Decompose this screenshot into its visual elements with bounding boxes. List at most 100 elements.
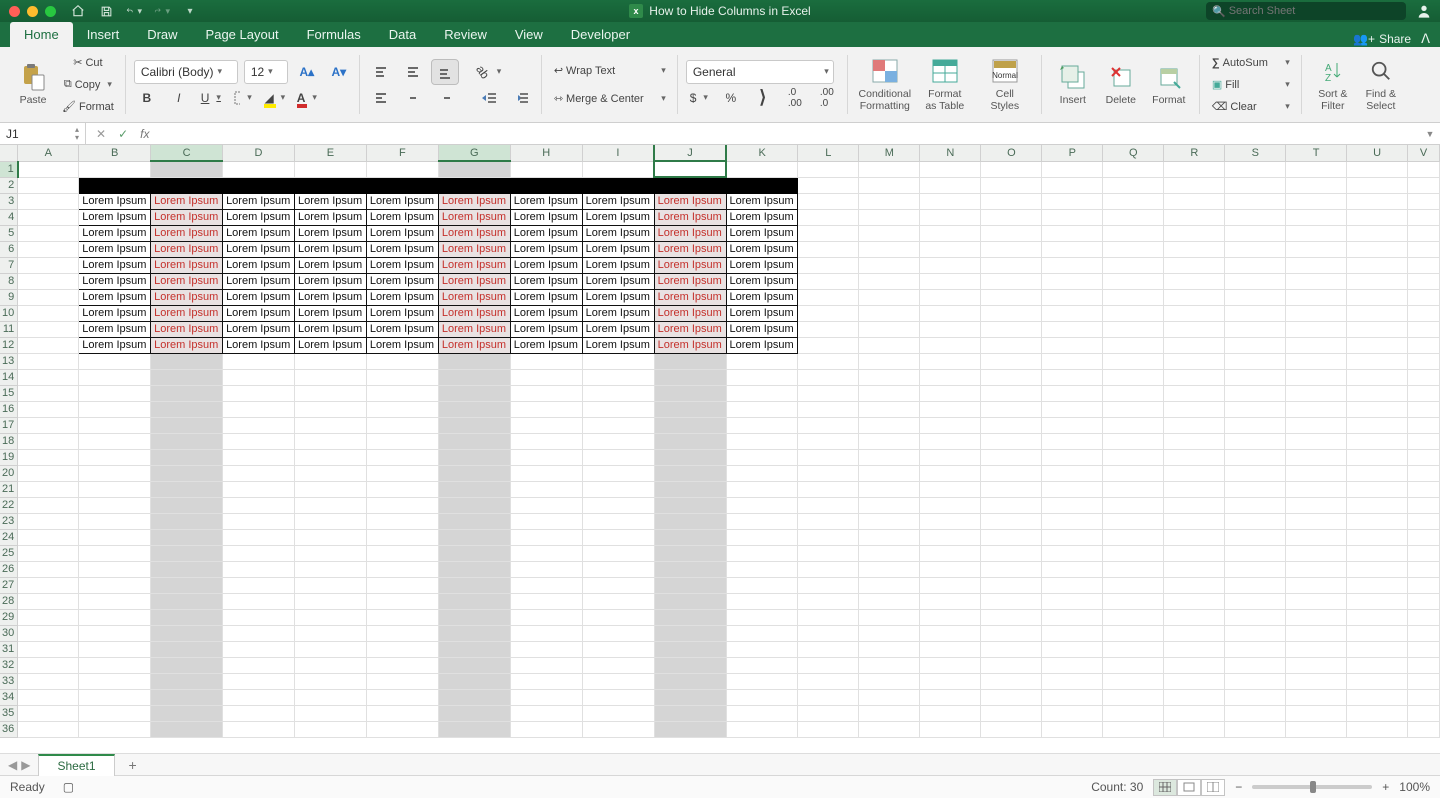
cell-K26[interactable] (726, 561, 798, 577)
cell-Q1[interactable] (1103, 161, 1164, 177)
cell-J35[interactable] (654, 705, 726, 721)
cell-M17[interactable] (859, 417, 920, 433)
cell-O20[interactable] (981, 465, 1042, 481)
cell-E6[interactable]: Lorem Ipsum (294, 241, 366, 257)
cell-A5[interactable] (18, 225, 79, 241)
cell-K22[interactable] (726, 497, 798, 513)
cell-I27[interactable] (582, 577, 654, 593)
cell-I22[interactable] (582, 497, 654, 513)
cell-B11[interactable]: Lorem Ipsum (79, 321, 151, 337)
cell-A36[interactable] (18, 721, 79, 737)
decrease-decimal-button[interactable]: .00.0 (814, 86, 840, 110)
cell-O33[interactable] (981, 673, 1042, 689)
cell-Q25[interactable] (1103, 545, 1164, 561)
cell-V29[interactable] (1408, 609, 1440, 625)
cell-U13[interactable] (1347, 353, 1408, 369)
cell-J20[interactable] (654, 465, 726, 481)
cell-T6[interactable] (1286, 241, 1347, 257)
tab-data[interactable]: Data (375, 22, 430, 47)
tab-home[interactable]: Home (10, 22, 73, 47)
column-header-U[interactable]: U (1347, 145, 1408, 161)
cell-P13[interactable] (1042, 353, 1103, 369)
cell-E22[interactable] (294, 497, 366, 513)
bold-button[interactable]: B (134, 86, 160, 110)
cell-U10[interactable] (1347, 305, 1408, 321)
cell-H14[interactable] (510, 369, 582, 385)
cell-F11[interactable]: Lorem Ipsum (366, 321, 438, 337)
cell-R23[interactable] (1164, 513, 1225, 529)
cell-L3[interactable] (798, 193, 859, 209)
cell-B28[interactable] (79, 593, 151, 609)
cell-Q3[interactable] (1103, 193, 1164, 209)
cell-J32[interactable] (654, 657, 726, 673)
cell-F8[interactable]: Lorem Ipsum (366, 273, 438, 289)
cell-H36[interactable] (510, 721, 582, 737)
cell-C35[interactable] (151, 705, 223, 721)
cell-Q36[interactable] (1103, 721, 1164, 737)
cell-U5[interactable] (1347, 225, 1408, 241)
cell-N33[interactable] (920, 673, 981, 689)
cell-U9[interactable] (1347, 289, 1408, 305)
cell-S15[interactable] (1225, 385, 1286, 401)
cell-K34[interactable] (726, 689, 798, 705)
cell-Q24[interactable] (1103, 529, 1164, 545)
cell-S13[interactable] (1225, 353, 1286, 369)
cell-P29[interactable] (1042, 609, 1103, 625)
cell-B7[interactable]: Lorem Ipsum (79, 257, 151, 273)
cell-F27[interactable] (366, 577, 438, 593)
cell-M11[interactable] (859, 321, 920, 337)
cell-N9[interactable] (920, 289, 981, 305)
cell-A2[interactable] (18, 177, 79, 193)
cell-G29[interactable] (438, 609, 510, 625)
cell-P9[interactable] (1042, 289, 1103, 305)
cell-Q29[interactable] (1103, 609, 1164, 625)
cell-T32[interactable] (1286, 657, 1347, 673)
cell-L2[interactable] (798, 177, 859, 193)
cell-G19[interactable] (438, 449, 510, 465)
cell-A35[interactable] (18, 705, 79, 721)
cell-D1[interactable] (223, 161, 295, 177)
cell-K31[interactable] (726, 641, 798, 657)
cell-E18[interactable] (294, 433, 366, 449)
cell-F25[interactable] (366, 545, 438, 561)
cell-O2[interactable] (981, 177, 1042, 193)
cell-H23[interactable] (510, 513, 582, 529)
cell-Q6[interactable] (1103, 241, 1164, 257)
cell-C6[interactable]: Lorem Ipsum (151, 241, 223, 257)
cell-V19[interactable] (1408, 449, 1440, 465)
qat-customize-icon[interactable]: ▾ (182, 3, 198, 19)
cell-K27[interactable] (726, 577, 798, 593)
cell-G35[interactable] (438, 705, 510, 721)
cell-Q23[interactable] (1103, 513, 1164, 529)
cell-K18[interactable] (726, 433, 798, 449)
cell-K7[interactable]: Lorem Ipsum (726, 257, 798, 273)
cell-R8[interactable] (1164, 273, 1225, 289)
cell-E13[interactable] (294, 353, 366, 369)
cell-K13[interactable] (726, 353, 798, 369)
cell-C4[interactable]: Lorem Ipsum (151, 209, 223, 225)
cell-K24[interactable] (726, 529, 798, 545)
cell-P31[interactable] (1042, 641, 1103, 657)
cell-B12[interactable]: Lorem Ipsum (79, 337, 151, 353)
cell-R20[interactable] (1164, 465, 1225, 481)
cell-B20[interactable] (79, 465, 151, 481)
cell-V23[interactable] (1408, 513, 1440, 529)
cell-R29[interactable] (1164, 609, 1225, 625)
cell-A19[interactable] (18, 449, 79, 465)
cell-B36[interactable] (79, 721, 151, 737)
cell-T13[interactable] (1286, 353, 1347, 369)
cell-R16[interactable] (1164, 401, 1225, 417)
cell-Q9[interactable] (1103, 289, 1164, 305)
cell-A8[interactable] (18, 273, 79, 289)
cell-D10[interactable]: Lorem Ipsum (223, 305, 295, 321)
cell-K30[interactable] (726, 625, 798, 641)
increase-font-button[interactable]: A▴ (294, 60, 320, 84)
cell-U15[interactable] (1347, 385, 1408, 401)
cell-B1[interactable] (79, 161, 151, 177)
cell-C7[interactable]: Lorem Ipsum (151, 257, 223, 273)
cell-B14[interactable] (79, 369, 151, 385)
cell-U19[interactable] (1347, 449, 1408, 465)
cell-Q30[interactable] (1103, 625, 1164, 641)
cell-L15[interactable] (798, 385, 859, 401)
zoom-in-button[interactable]: + (1382, 780, 1389, 794)
